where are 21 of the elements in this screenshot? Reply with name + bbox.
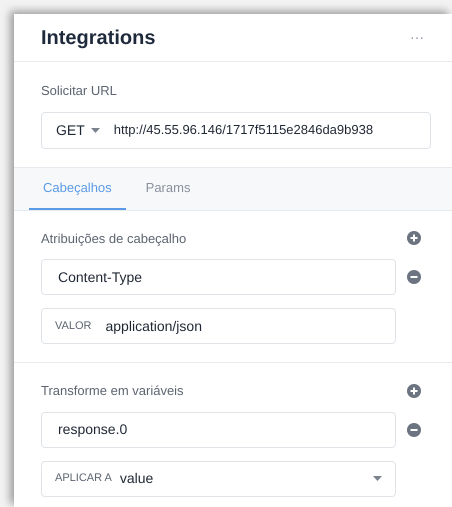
value-text: application/json: [105, 316, 202, 336]
key-field[interactable]: response.0: [41, 412, 396, 448]
add-icon[interactable]: [407, 231, 421, 246]
caret-icon: [90, 128, 100, 132]
section-title: Atribuições de cabeçalho: [41, 230, 186, 248]
apply-to-select[interactable]: APLICAR A value: [41, 460, 396, 496]
section-title: Transforme em variáveis: [41, 382, 184, 400]
add-icon[interactable]: [407, 384, 421, 398]
value-field[interactable]: VALOR application/json: [41, 308, 396, 344]
value-label: VALOR: [55, 318, 92, 334]
apply-to-label: APLICAR A: [55, 471, 112, 486]
key-field[interactable]: Content-Type: [41, 259, 396, 295]
section-title: Solicitar URL: [41, 82, 118, 100]
remove-icon[interactable]: [407, 270, 421, 284]
caret-icon: [373, 476, 382, 481]
url-field[interactable]: GET http://45.55.96.146/1717f5115e2846da9b938: [41, 112, 431, 148]
url-text: http://45.55.96.146/1717f5115e2846da9b938: [114, 121, 374, 140]
method-select[interactable]: GET: [56, 120, 100, 140]
panel-title: Integrations: [41, 26, 156, 50]
apply-to-value: value: [120, 469, 154, 488]
remove-icon[interactable]: [407, 422, 421, 436]
